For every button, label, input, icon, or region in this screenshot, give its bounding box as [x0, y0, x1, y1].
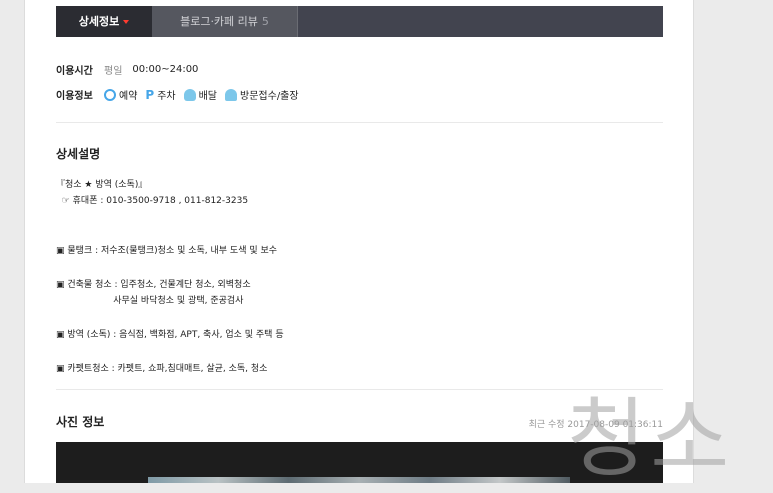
- detail-title: 상세설명: [56, 147, 101, 161]
- hours-label: 이용시간: [56, 66, 93, 77]
- service-delivery: 배달: [183, 87, 218, 102]
- services-row: 이용정보 예약 P 주차 배달 방문접수/출장: [56, 87, 307, 102]
- watermark: 청소: [567, 389, 734, 489]
- desc-line: ▣ 방역 (소독) : 음식점, 백화점, APT, 축사, 업소 및 주택 등: [56, 330, 284, 340]
- caret-down-icon: [123, 20, 130, 24]
- service-label: 배달: [198, 91, 218, 102]
- service-parking: P 주차: [145, 87, 176, 103]
- tab-blog-cafe-review[interactable]: 블로그·카페 리뷰 5: [152, 6, 298, 37]
- hours-time: 00:00~24:00: [132, 64, 199, 75]
- service-label: 주차: [157, 91, 176, 102]
- tab-detail-info[interactable]: 상세정보: [56, 6, 152, 37]
- desc-line: ▣ 물탱크 : 저수조(물탱크)청소 및 소독, 내부 도색 및 보수: [56, 246, 278, 256]
- hours-day: 평일: [104, 66, 123, 77]
- tab-label: 블로그·카페 리뷰: [180, 15, 258, 28]
- parking-icon: P: [145, 87, 155, 102]
- divider: [56, 122, 663, 123]
- service-visit: 방문접수/출장: [225, 87, 299, 102]
- service-label: 방문접수/출장: [240, 91, 299, 102]
- delivery-icon: [183, 88, 196, 101]
- photo-section-title: 사진 정보: [56, 415, 105, 429]
- service-reservation: 예약: [104, 87, 137, 102]
- tab-label: 상세정보: [78, 15, 120, 28]
- service-label: 예약: [119, 91, 138, 102]
- services-label: 이용정보: [56, 91, 93, 102]
- desc-line: ▣ 카펫트청소 : 카펫트, 쇼파,침대매트, 살균, 소독, 청소: [56, 364, 268, 374]
- photo-image[interactable]: [148, 477, 570, 483]
- desc-line: 사무실 바닥청소 및 광택, 준공검사: [56, 296, 244, 306]
- tab-bar: 상세정보 블로그·카페 리뷰 5: [56, 6, 663, 37]
- clock-icon: [104, 88, 116, 101]
- desc-line: 『청소 ★ 방역 (소독)』: [56, 180, 148, 190]
- desc-line: ☞ 휴대폰 : 010-3500-9718 , 011-812-3235: [56, 196, 249, 206]
- hours-row: 이용시간 평일 00:00~24:00: [56, 62, 198, 77]
- person-icon: [225, 88, 238, 101]
- desc-line: ▣ 건축물 청소 : 입주청소, 건물계단 청소, 외벽청소: [56, 280, 251, 290]
- review-count: 5: [261, 15, 269, 28]
